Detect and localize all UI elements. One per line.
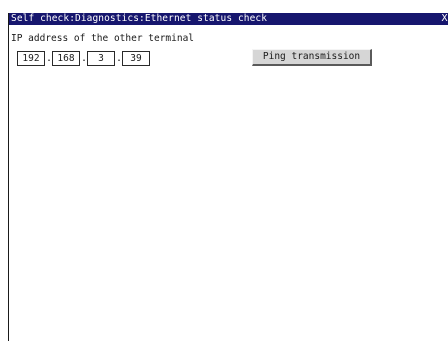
ip-address-label: IP address of the other terminal xyxy=(11,33,195,44)
ip-octet-3-input[interactable]: 3 xyxy=(87,51,115,66)
close-button[interactable]: X xyxy=(440,13,448,25)
title-bar: Self check:Diagnostics:Ethernet status c… xyxy=(9,13,448,25)
ping-transmission-button[interactable]: Ping transmission xyxy=(252,49,372,66)
ip-octet-2-input[interactable]: 168 xyxy=(52,51,80,66)
ip-octet-1-input[interactable]: 192 xyxy=(17,51,45,66)
window-title: Self check:Diagnostics:Ethernet status c… xyxy=(11,13,268,24)
diagnostics-screen: Self check:Diagnostics:Ethernet status c… xyxy=(8,13,448,341)
ip-octet-4-input[interactable]: 39 xyxy=(122,51,150,66)
